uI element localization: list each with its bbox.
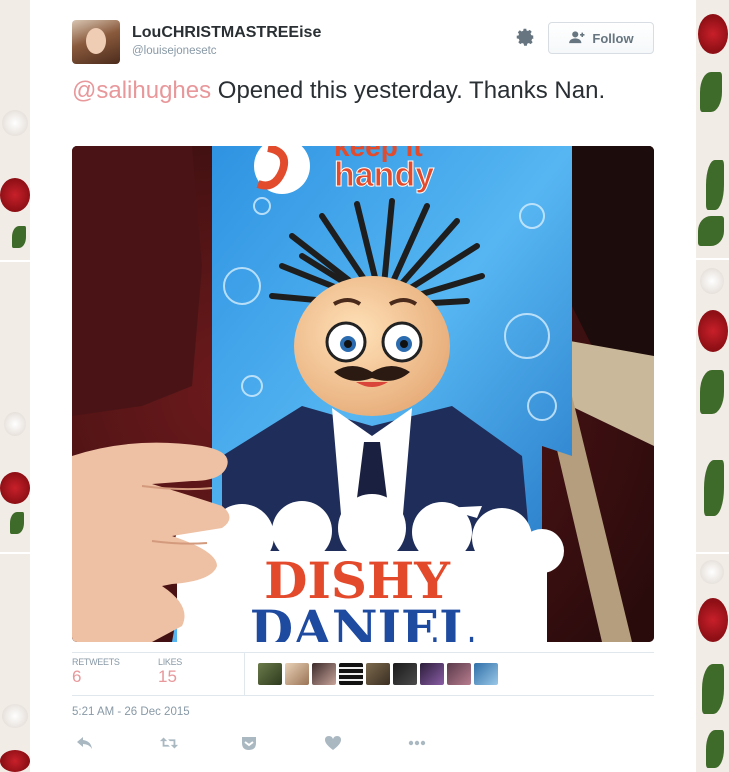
floral-border-left xyxy=(0,0,30,772)
floral-tile xyxy=(696,0,729,258)
engagement-stats: RETWEETS 6 LIKES 15 xyxy=(72,652,654,696)
user-handle[interactable]: @louisejonesetc xyxy=(132,45,217,57)
liker-avatars xyxy=(258,663,498,685)
likes-count: 15 xyxy=(158,667,177,686)
liker-avatar[interactable] xyxy=(474,663,498,685)
retweets-count: 6 xyxy=(72,667,82,686)
liker-avatar[interactable] xyxy=(258,663,282,685)
floral-tile xyxy=(0,554,30,772)
follow-label: Follow xyxy=(592,30,634,46)
person-plus-icon xyxy=(568,30,586,47)
stats-divider xyxy=(244,653,245,695)
floral-tile xyxy=(0,0,30,260)
liker-avatar[interactable] xyxy=(366,663,390,685)
liker-avatar[interactable] xyxy=(447,663,471,685)
tweet-photo[interactable]: keep it handy DISHY DANIEL xyxy=(72,146,654,642)
liker-avatar[interactable] xyxy=(393,663,417,685)
liker-avatar[interactable] xyxy=(339,663,363,685)
retweets-stat[interactable]: RETWEETS 6 xyxy=(72,657,120,687)
package-slogan-line2: handy xyxy=(334,156,434,194)
tweet-text: @salihughes Opened this yesterday. Thank… xyxy=(72,76,632,105)
liker-avatar[interactable] xyxy=(420,663,444,685)
tweet-body: Opened this yesterday. Thanks Nan. xyxy=(211,77,606,104)
gear-icon[interactable] xyxy=(514,26,536,48)
floral-tile xyxy=(0,262,30,552)
floral-border-right xyxy=(696,0,729,772)
floral-tile xyxy=(696,554,729,772)
floral-tile xyxy=(696,260,729,552)
liker-avatar[interactable] xyxy=(285,663,309,685)
tweet-timestamp[interactable]: 5:21 AM - 26 Dec 2015 xyxy=(72,706,190,718)
display-name[interactable]: LouCHRISTMASTREEise xyxy=(132,24,321,42)
tweet-actions xyxy=(72,732,632,754)
heart-icon[interactable] xyxy=(322,732,344,754)
retweets-label: RETWEETS xyxy=(72,657,120,667)
follow-button[interactable]: Follow xyxy=(548,22,654,54)
liker-avatar[interactable] xyxy=(312,663,336,685)
mention-link[interactable]: @salihughes xyxy=(72,77,211,104)
photo-illustration: keep it handy DISHY DANIEL xyxy=(72,146,654,642)
pocket-icon[interactable] xyxy=(238,732,260,754)
likes-stat[interactable]: LIKES 15 xyxy=(158,657,182,687)
reply-icon[interactable] xyxy=(74,732,96,754)
package-title-line2: DANIEL xyxy=(250,599,475,642)
tweet-card: LouCHRISTMASTREEise @louisejonesetc Foll… xyxy=(30,0,696,772)
likes-label: LIKES xyxy=(158,657,183,667)
more-dots-icon[interactable] xyxy=(406,732,428,754)
avatar[interactable] xyxy=(72,20,120,64)
retweet-icon[interactable] xyxy=(158,732,180,754)
